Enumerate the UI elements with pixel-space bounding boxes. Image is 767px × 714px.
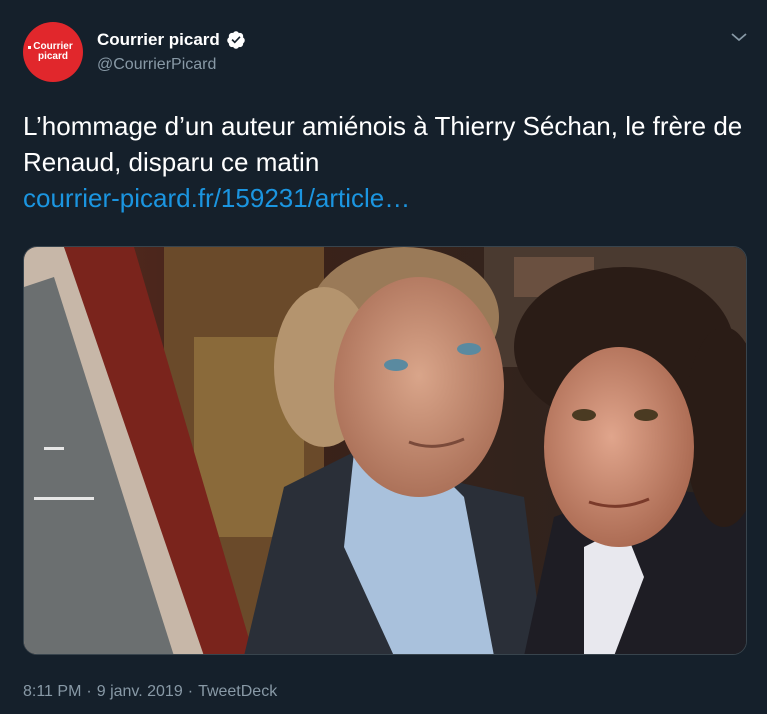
- tweet-text-block: L’hommage d’un auteur amiénois à Thierry…: [23, 108, 743, 216]
- tweet-text: L’hommage d’un auteur amiénois à Thierry…: [23, 111, 743, 177]
- tweet-source[interactable]: TweetDeck: [198, 683, 277, 701]
- avatar[interactable]: Courrier picard: [23, 22, 83, 82]
- verified-badge-icon: [226, 30, 246, 50]
- avatar-logo-line-2: picard: [37, 51, 68, 62]
- author-handle[interactable]: @CourrierPicard: [97, 56, 216, 74]
- chevron-down-icon[interactable]: [730, 30, 748, 44]
- author-display-name[interactable]: Courrier picard: [97, 30, 220, 50]
- tweet-meta: 8:11 PM · 9 janv. 2019 · TweetDeck: [23, 683, 277, 701]
- avatar-logo-line-1: Courrier: [28, 41, 73, 52]
- tweet-photo[interactable]: [23, 246, 747, 655]
- photo-illustration: [24, 247, 746, 654]
- author-display-name-row[interactable]: Courrier picard: [97, 30, 246, 50]
- tweet-link[interactable]: courrier-picard.fr/159231/article…: [23, 183, 410, 213]
- tweet-date[interactable]: 9 janv. 2019: [97, 683, 183, 701]
- tweet-time[interactable]: 8:11 PM: [23, 683, 81, 701]
- meta-separator: ·: [187, 683, 194, 700]
- tweet-card: Courrier picard Courrier picard @Courrie…: [0, 0, 767, 714]
- meta-separator: ·: [86, 683, 92, 700]
